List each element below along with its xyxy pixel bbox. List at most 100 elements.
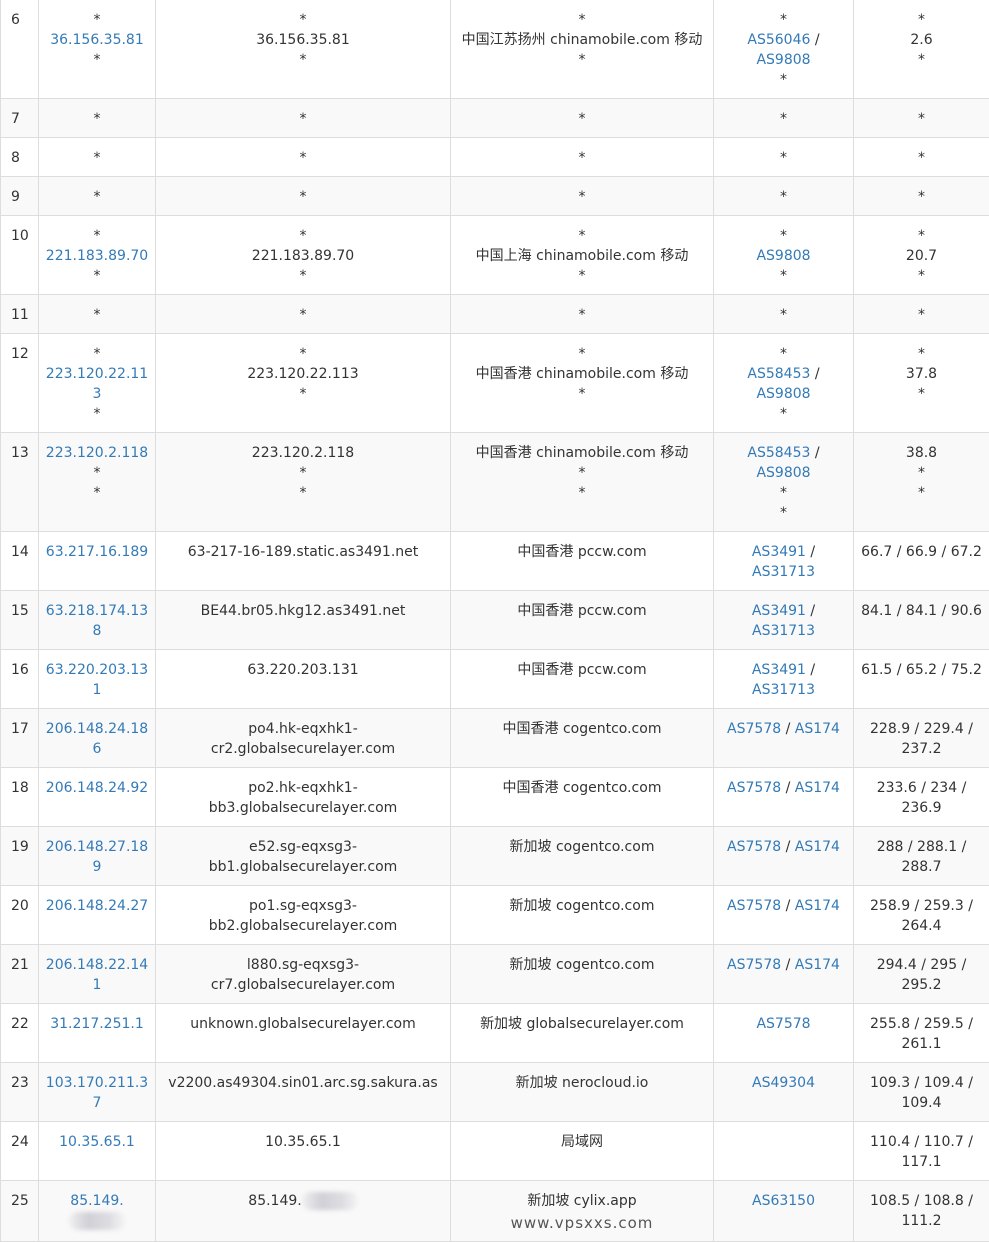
asn-link[interactable]: AS174 <box>795 780 840 796</box>
hostname-cell: * <box>156 177 451 216</box>
asn-link[interactable]: AS7578 <box>727 839 781 855</box>
hop-number: 6 <box>1 0 39 99</box>
asn-line: AS49304 <box>719 1073 848 1093</box>
ip-link[interactable]: 206.148.22.141 <box>46 957 148 993</box>
ip-link[interactable]: 103.170.211.37 <box>46 1075 148 1111</box>
asn-link[interactable]: AS9808 <box>756 465 810 481</box>
hostname-line: v2200.as49304.sin01.arc.sg.sakura.as <box>161 1073 445 1093</box>
hop-number: 15 <box>1 591 39 650</box>
latency-cell: * <box>854 99 989 138</box>
hop-number: 13 <box>1 433 39 532</box>
location-cell: 新加坡 cogentco.com <box>451 886 714 945</box>
timeout-mark: * <box>456 226 708 246</box>
timeout-mark: * <box>94 485 101 501</box>
hop-number: 14 <box>1 532 39 591</box>
ip-link[interactable]: 223.120.22.113 <box>46 366 148 402</box>
latency-cell: * <box>854 177 989 216</box>
asn-link[interactable]: AS9808 <box>756 248 810 264</box>
location-text: 中国香港 chinamobile.com 移动 <box>456 364 708 384</box>
ip-line: 36.156.35.81 <box>44 30 150 50</box>
latency-cell: 110.4 / 110.7 / 117.1 <box>854 1122 989 1181</box>
asn-link[interactable]: AS56046 <box>747 32 810 48</box>
latency-cell: 66.7 / 66.9 / 67.2 <box>854 532 989 591</box>
ip-line: 206.148.22.141 <box>44 955 150 995</box>
timeout-mark: * <box>300 465 307 481</box>
timeout-mark: * <box>859 226 984 246</box>
ip-link[interactable]: 223.120.2.118 <box>46 445 148 461</box>
ip-link[interactable]: 31.217.251.1 <box>50 1016 144 1032</box>
timeout-mark: * <box>719 10 848 30</box>
asn-cell: AS3491 / AS31713 <box>714 532 854 591</box>
hostname-cell: *36.156.35.81* <box>156 0 451 99</box>
asn-link[interactable]: AS31713 <box>752 564 815 580</box>
asn-link[interactable]: AS3491 <box>752 603 806 619</box>
asn-link[interactable]: AS174 <box>795 898 840 914</box>
timeout-mark: * <box>719 503 848 523</box>
asn-link[interactable]: AS31713 <box>752 682 815 698</box>
hop-row: 18206.148.24.92po2.hk-eqxhk1-bb3.globals… <box>1 768 989 827</box>
location-cell: *中国上海 chinamobile.com 移动* <box>451 216 714 295</box>
hop-number: 17 <box>1 709 39 768</box>
asn-link[interactable]: AS7578 <box>727 957 781 973</box>
hostname-line: e52.sg-eqxsg3-bb1.globalsecurelayer.com <box>161 837 445 877</box>
asn-link[interactable]: AS9808 <box>756 386 810 402</box>
hostname-line: * <box>161 305 445 325</box>
hop-number: 18 <box>1 768 39 827</box>
location-cell: 中国香港 pccw.com <box>451 591 714 650</box>
timeout-mark: * <box>94 346 101 362</box>
latency-text: 110.4 / 110.7 / 117.1 <box>859 1132 984 1172</box>
hostname-text: 223.120.22.113 <box>247 366 358 382</box>
asn-link[interactable]: AS7578 <box>727 780 781 796</box>
ip-link[interactable]: 85.149. <box>70 1193 123 1209</box>
ip-cell: 63.220.203.131 <box>39 650 156 709</box>
asn-link[interactable]: AS7578 <box>727 721 781 737</box>
asn-link[interactable]: AS31713 <box>752 623 815 639</box>
ip-link[interactable]: 63.220.203.131 <box>46 662 148 698</box>
asn-link[interactable]: AS9808 <box>756 52 810 68</box>
hostname-cell: l880.sg-eqxsg3-cr7.globalsecurelayer.com <box>156 945 451 1004</box>
asn-link[interactable]: AS58453 <box>747 445 810 461</box>
latency-text: 84.1 / 84.1 / 90.6 <box>859 601 984 621</box>
hop-row: 20206.148.24.27po1.sg-eqxsg3-bb2.globals… <box>1 886 989 945</box>
asn-link[interactable]: AS63150 <box>752 1193 815 1209</box>
asn-link[interactable]: AS49304 <box>752 1075 815 1091</box>
ip-link[interactable]: 206.148.24.186 <box>46 721 148 757</box>
asn-cell: *AS58453 / AS9808* <box>714 334 854 433</box>
asn-link[interactable]: AS174 <box>795 957 840 973</box>
asn-link[interactable]: AS3491 <box>752 662 806 678</box>
ip-link[interactable]: 63.217.16.189 <box>46 544 148 560</box>
asn-link[interactable]: AS7578 <box>756 1016 810 1032</box>
asn-cell: AS7578 / AS174 <box>714 768 854 827</box>
ip-link[interactable]: 10.35.65.1 <box>59 1134 135 1150</box>
ip-line: * <box>44 50 150 70</box>
traceroute-table: 6*36.156.35.81**36.156.35.81**中国江苏扬州 chi… <box>0 0 989 1242</box>
asn-line: AS9808 <box>719 246 848 266</box>
ip-line: * <box>44 483 150 503</box>
ip-link[interactable]: 206.148.24.27 <box>46 898 148 914</box>
location-text: 新加坡 cogentco.com <box>456 837 708 857</box>
hostname-text: po4.hk-eqxhk1-cr2.globalsecurelayer.com <box>211 721 395 757</box>
ip-cell: 206.148.27.189 <box>39 827 156 886</box>
asn-link[interactable]: AS174 <box>795 721 840 737</box>
ip-link[interactable]: 206.148.27.189 <box>46 839 148 875</box>
asn-cell <box>714 1122 854 1181</box>
asn-link[interactable]: AS174 <box>795 839 840 855</box>
latency-text: 294.4 / 295 / 295.2 <box>859 955 984 995</box>
ip-link[interactable]: 206.148.24.92 <box>46 780 148 796</box>
redaction-blur <box>302 1192 358 1210</box>
location-text: 新加坡 nerocloud.io <box>456 1073 708 1093</box>
asn-link[interactable]: AS3491 <box>752 544 806 560</box>
asn-link[interactable]: AS7578 <box>727 898 781 914</box>
asn-link[interactable]: AS58453 <box>747 366 810 382</box>
ip-line: 10.35.65.1 <box>44 1132 150 1152</box>
ip-link[interactable]: 221.183.89.70 <box>46 248 148 264</box>
asn-cell: AS49304 <box>714 1063 854 1122</box>
ip-line: 31.217.251.1 <box>44 1014 150 1034</box>
latency-text: 255.8 / 259.5 / 261.1 <box>859 1014 984 1054</box>
timeout-mark: * <box>300 52 307 68</box>
asn-line: AS56046 / AS9808 <box>719 30 848 70</box>
ip-link[interactable]: 36.156.35.81 <box>50 32 144 48</box>
ip-link[interactable]: 63.218.174.138 <box>46 603 148 639</box>
asn-cell: AS3491 / AS31713 <box>714 650 854 709</box>
location-cell: 新加坡 globalsecurelayer.com <box>451 1004 714 1063</box>
